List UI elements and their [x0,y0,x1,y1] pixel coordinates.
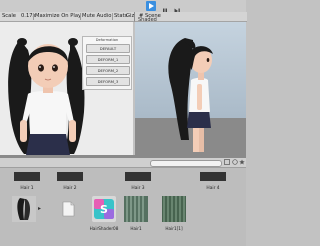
game-view-toolbar: Scale 0.17x Maximize On Play Mute Audio … [0,12,134,22]
asset-thumbnail[interactable] [200,172,226,181]
project-search-input[interactable] [150,160,222,167]
mute-audio-toggle[interactable]: Mute Audio [82,12,111,21]
asset-label: Hair 2 [63,186,77,191]
game-view[interactable]: Deformation DEFAULT DEFORM_1 DEFORM_2 DE… [0,22,133,155]
asset-label: Hair 4 [206,186,220,191]
asset-thumbnail[interactable] [56,196,80,222]
asset-label: Hair 3 [131,186,145,191]
deformation-panel: Deformation DEFAULT DEFORM_1 DEFORM_2 DE… [82,36,132,90]
asset-thumbnail[interactable] [162,196,186,222]
asset-thumbnail[interactable] [125,172,151,181]
deform-1-button[interactable]: DEFORM_1 [86,55,130,64]
play-button[interactable] [146,1,156,11]
shader-icon: S [94,199,114,219]
deform-2-button[interactable]: DEFORM_2 [86,66,130,75]
default-button[interactable]: DEFAULT [86,44,130,53]
asset-thumbnail[interactable]: S [92,196,116,222]
asset-thumbnail[interactable] [124,196,148,222]
asset-thumbnail[interactable] [57,172,83,181]
maximize-on-play-toggle[interactable]: Maximize On Play [35,12,81,21]
hair-texture-icon [162,196,186,222]
document-icon [62,201,75,217]
scene-character-render [135,22,246,155]
project-panel: Hair 1 Hair 2 Hair 3 Hair 4 ▸ S HairShad… [0,158,246,246]
asset-thumbnail[interactable] [12,196,36,222]
pause-button[interactable] [160,1,170,14]
play-icon [149,3,154,9]
scale-label: Scale [2,13,16,19]
step-button[interactable] [172,1,182,14]
asset-label: Hair1 [130,226,142,231]
label-icon[interactable] [232,159,238,165]
character-model-icon [17,198,31,220]
gizmos-toggle[interactable]: Giz [126,12,134,21]
hair-texture-icon [124,196,148,222]
expand-arrow-icon[interactable]: ▸ [38,205,41,212]
filter-icon[interactable] [224,159,230,165]
asset-label: Hair 1 [20,186,34,191]
asset-label: HairShader08 [89,226,119,231]
star-icon[interactable] [239,159,245,165]
asset-label: Hair1[1] [165,226,183,231]
svg-text:S: S [100,203,108,216]
asset-thumbnail[interactable] [14,172,40,181]
deformation-panel-title: Deformation [95,38,119,42]
project-toolbar [0,158,246,168]
deform-3-button[interactable]: DEFORM_3 [86,77,130,86]
scene-view[interactable] [135,22,246,155]
